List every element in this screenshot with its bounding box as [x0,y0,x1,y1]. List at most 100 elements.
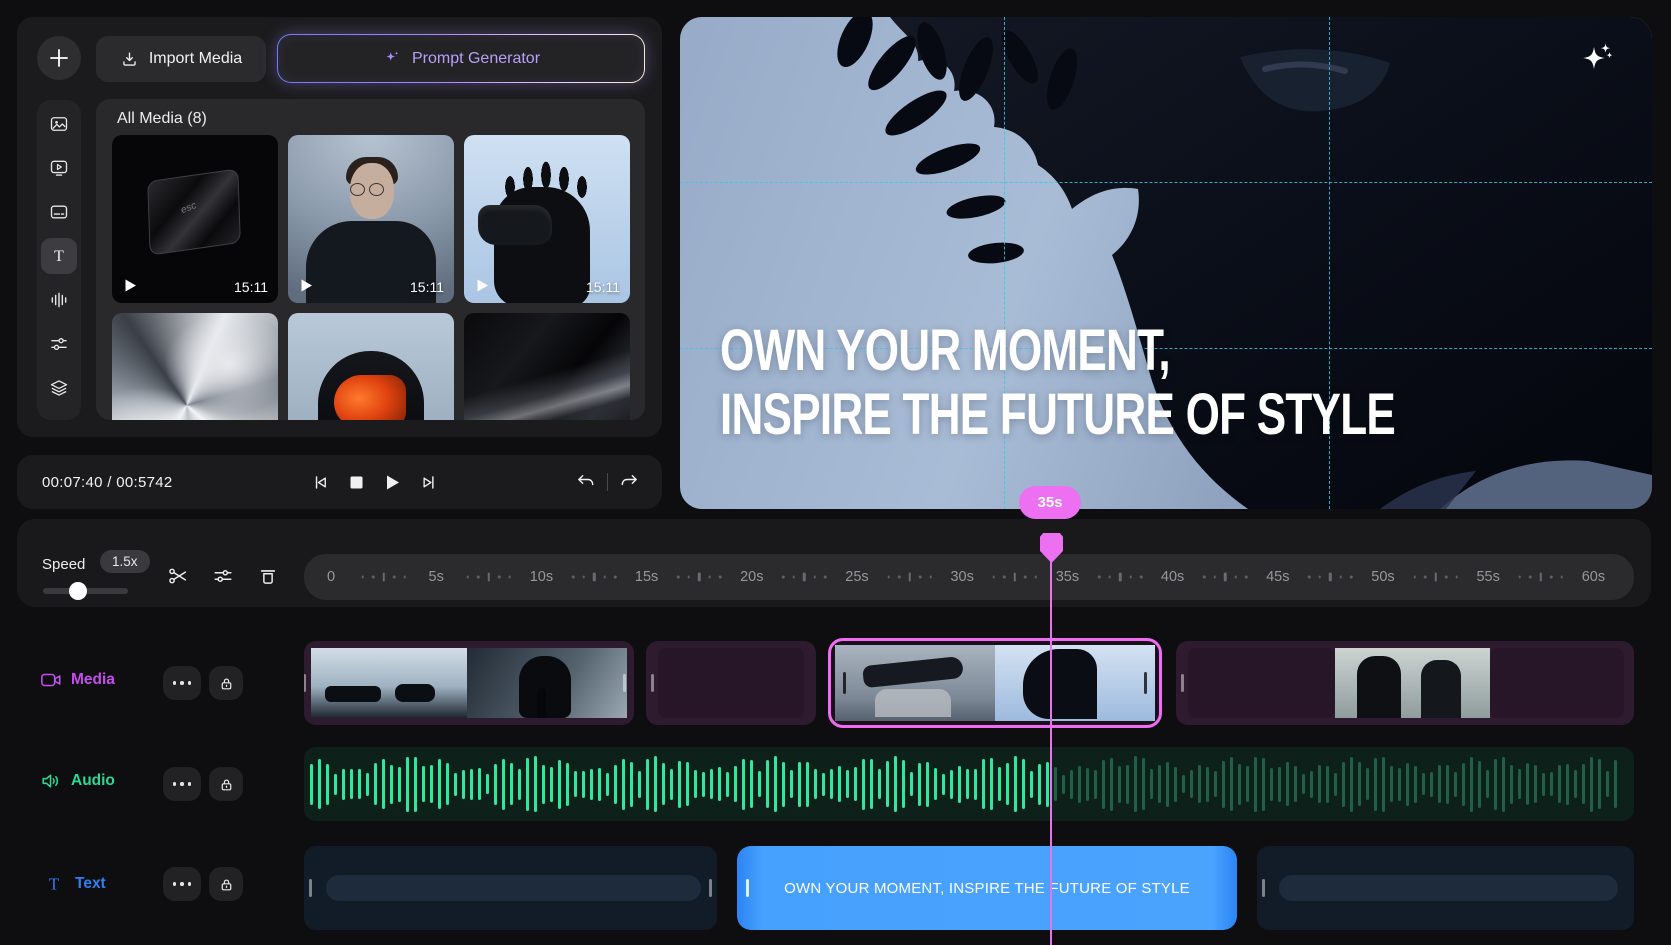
clip-trim-handle[interactable] [709,879,712,897]
text-clip-3[interactable] [1257,846,1634,930]
ruler-label: 10s [530,569,553,585]
ruler-ticks [467,573,512,582]
waveform-bar [1526,763,1529,805]
waveform-bar [1198,765,1201,803]
scissors-icon [167,565,189,587]
waveform-bar [1134,756,1137,812]
clip-trim-handle[interactable] [746,879,749,897]
media-thumb-esc-keycap[interactable]: esc 15:11 [112,135,278,303]
redo-button[interactable] [614,467,644,497]
media-thumb-portrait[interactable]: 15:11 [288,135,454,303]
media-track-options-button[interactable] [163,666,201,700]
waveform-bar [1582,764,1585,804]
clip-trim-handle[interactable] [1181,674,1184,692]
waveform-bar [590,769,593,800]
clip-trim-handle[interactable] [1262,879,1265,897]
sidebar-item-captions[interactable] [41,194,77,230]
waveform-bar [1022,759,1025,809]
text-track-options-button[interactable] [163,867,201,901]
waveform-bar [1102,760,1105,809]
waveform-bar [646,759,649,810]
media-clip-3-selected[interactable] [828,638,1162,728]
waveform-bar [782,762,785,807]
media-thumb-chrome-swirl[interactable] [112,313,278,420]
add-button[interactable] [37,36,81,80]
media-thumb-vr-headset[interactable]: 15:11 [464,135,630,303]
playhead-line[interactable] [1050,561,1052,945]
audio-clip-waveform[interactable] [304,747,1634,821]
speed-slider-knob[interactable] [69,582,87,600]
text-tool-icon: T [49,246,69,266]
audio-track-lock-button[interactable] [209,767,243,801]
clip-trim-handle[interactable] [843,672,846,694]
waveform-bar [1502,757,1505,812]
media-track-header: Media [40,669,115,691]
clip-trim-handle[interactable] [623,674,626,692]
media-track-lock-button[interactable] [209,666,243,700]
waveform-bar [758,771,761,797]
waveform-bar [1094,770,1097,799]
skip-start-button[interactable] [305,467,335,497]
text-track-lock-button[interactable] [209,867,243,901]
text-clip-1[interactable] [304,846,717,930]
delete-button[interactable] [251,559,285,593]
media-thumb-dark-chrome[interactable] [464,313,630,420]
waveform-bar [734,766,737,802]
waveform-bar [422,766,425,802]
waveform-bar [1086,768,1089,801]
prompt-generator-button[interactable]: Prompt Generator [277,34,645,83]
waveform-bar [790,770,793,798]
sidebar-item-layers[interactable] [41,370,77,406]
media-track-label: Media [71,671,115,689]
waveform-bar [366,773,369,796]
waveform-bar [862,759,865,810]
media-thumb-helmet[interactable] [288,313,454,420]
media-clip-1[interactable] [304,641,634,725]
waveform-bar [1542,773,1545,796]
split-button[interactable] [161,559,195,593]
text-clip-2-selected[interactable]: OWN YOUR MOMENT, INSPIRE THE FUTURE OF S… [737,846,1237,930]
sliders-icon [212,565,234,587]
adjust-clip-button[interactable] [206,559,240,593]
waveform-bar [390,765,393,804]
waveform-bar [1558,765,1561,803]
waveform-bar [766,760,769,808]
ai-sparkle-icon[interactable] [1576,39,1618,81]
waveform-bar [910,772,913,796]
skip-end-button[interactable] [413,467,443,497]
sidebar-item-video[interactable] [41,150,77,186]
waveform-bar [438,759,441,809]
audio-track-options-button[interactable] [163,767,201,801]
waveform-bar [470,769,473,800]
ruler-ticks [677,573,722,582]
clip-trim-handle[interactable] [304,674,306,692]
stop-button[interactable] [341,467,371,497]
sidebar-item-image[interactable] [41,106,77,142]
undo-button[interactable] [571,467,601,497]
media-clip-4[interactable] [1176,641,1634,725]
clip-trim-handle[interactable] [651,674,654,692]
preview-title-overlay[interactable]: OWN YOUR MOMENT, INSPIRE THE FUTURE OF S… [720,319,1395,447]
waveform-bar [494,764,497,805]
timeline-ruler[interactable]: 05s10s15s20s25s30s35s40s45s50s55s60s [304,554,1634,600]
import-media-button[interactable]: Import Media [96,36,266,82]
media-clip-2[interactable] [646,641,816,725]
clip-trim-handle[interactable] [309,879,312,897]
waveform-bar [1206,767,1209,802]
play-button[interactable] [377,467,407,497]
audio-track-header: Audio [40,770,115,792]
skip-end-icon [419,473,438,492]
waveform-bar [870,759,873,809]
sidebar-item-text[interactable]: T [41,238,77,274]
sidebar-item-adjust[interactable] [41,326,77,362]
play-overlay-icon [299,278,314,293]
waveform-bar [1478,761,1481,808]
clip-trim-handle[interactable] [1144,672,1147,694]
waveform-bar [1342,762,1345,807]
preview-canvas[interactable]: OWN YOUR MOMENT, INSPIRE THE FUTURE OF S… [680,17,1652,509]
download-icon [120,50,139,69]
speed-slider[interactable] [43,588,128,594]
sidebar-item-audio[interactable] [41,282,77,318]
ruler-label: 30s [950,569,973,585]
playhead-time-badge[interactable]: 35s [1019,486,1081,519]
